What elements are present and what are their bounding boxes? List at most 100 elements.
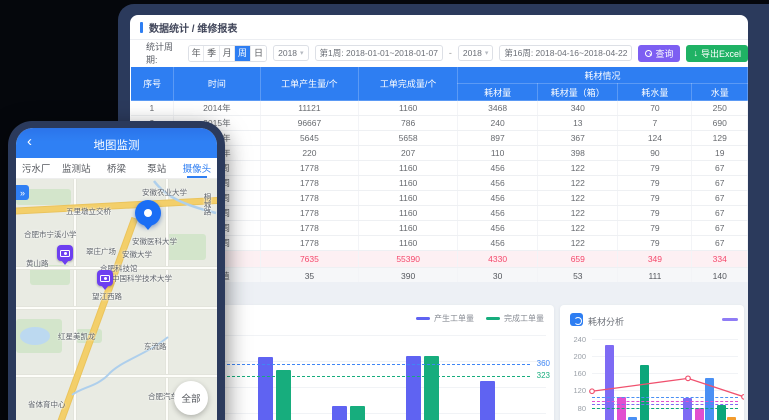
cell: 67	[692, 206, 748, 221]
cell: 340	[538, 101, 618, 116]
sub-col-header-3: 水量	[692, 84, 748, 101]
cell: 79	[618, 176, 692, 191]
cell: 79	[618, 191, 692, 206]
cell: 19	[692, 146, 748, 161]
segment-option-2[interactable]: 月	[220, 46, 235, 61]
cell: 1160	[359, 191, 458, 206]
trend-line	[560, 305, 744, 420]
breadcrumb-bar: 数据统计 / 维修报表	[130, 15, 748, 40]
cell: 11121	[260, 101, 359, 116]
segment-option-3[interactable]: 周	[235, 46, 250, 61]
bar-产生工单量-1	[332, 406, 347, 420]
phone-tab-bar: 污水厂监测站桥梁泵站摄像头	[16, 158, 217, 179]
phone-screen: ‹ 地图监测 污水厂监测站桥梁泵站摄像头	[16, 128, 217, 420]
map-label: 五里墩立交桥	[66, 206, 111, 217]
map-label: 黄山路	[26, 258, 49, 269]
segment-option-1[interactable]: 季	[204, 46, 219, 61]
show-all-button[interactable]: 全部	[174, 381, 208, 415]
cell: 122	[538, 161, 618, 176]
selected-camera-marker[interactable]	[135, 200, 161, 226]
cell: 240	[458, 116, 538, 131]
cell: 1160	[359, 161, 458, 176]
cell: 122	[538, 206, 618, 221]
cell: 5658	[359, 131, 458, 146]
col-header-completed: 工单完成量/个	[359, 67, 458, 101]
back-icon[interactable]: ‹	[27, 134, 32, 149]
camera-marker[interactable]	[57, 245, 73, 261]
bar-产生工单量-2	[406, 356, 421, 420]
cell: 1160	[359, 221, 458, 236]
map-label: 翠庄广场	[86, 246, 116, 257]
cell: 398	[538, 146, 618, 161]
export-excel-button[interactable]: ↓ 导出Excel	[686, 45, 748, 62]
map-expander[interactable]: »	[16, 185, 29, 200]
map-view[interactable]: » 全部 安徽农业大学五里墩立交桥桐城路合肥市宁溪小学安徽医科大学翠庄广场安徽大…	[16, 179, 217, 420]
col-group-consumables: 耗材情况	[458, 67, 748, 84]
ref-line-label: 323	[537, 371, 550, 380]
phone-tab-3[interactable]: 泵站	[137, 158, 177, 178]
cell: 1778	[260, 176, 359, 191]
cell: 79	[618, 161, 692, 176]
cell: 90	[618, 146, 692, 161]
breadcrumb: 数据统计 / 维修报表	[149, 20, 237, 35]
phone-tab-2[interactable]: 桥梁	[96, 158, 136, 178]
camera-marker[interactable]	[97, 270, 113, 286]
phone-device-frame: ‹ 地图监测 污水厂监测站桥梁泵站摄像头	[8, 121, 225, 420]
phone-tab-0[interactable]: 污水厂	[16, 158, 56, 178]
map-label: 安徽大学	[122, 249, 152, 260]
cell: 122	[538, 191, 618, 206]
cell: 124	[618, 131, 692, 146]
cell: 4330	[458, 251, 538, 268]
phone-header: ‹ 地图监测	[16, 128, 217, 158]
dropdown-icon: ▾	[300, 49, 304, 57]
cell: 456	[458, 221, 538, 236]
cell: 1160	[359, 236, 458, 251]
map-label: 望江西路	[92, 291, 122, 302]
consumable-chart-card: 耗材分析 2402001601208040	[560, 305, 744, 420]
breadcrumb-accent	[140, 22, 143, 33]
segment-option-4[interactable]: 日	[251, 46, 266, 61]
cell: 456	[458, 161, 538, 176]
cell: 220	[260, 146, 359, 161]
cell: 67	[692, 161, 748, 176]
cell: 456	[458, 206, 538, 221]
year-to-select[interactable]: 2018 ▾	[458, 45, 493, 61]
phone-tab-4[interactable]: 摄像头	[177, 158, 217, 178]
cell: 122	[538, 221, 618, 236]
cell: 96667	[260, 116, 359, 131]
cell: 67	[692, 191, 748, 206]
legend-item: 产生工单量	[416, 313, 474, 324]
bar-完成工单量-1	[350, 406, 365, 420]
cell: 13	[538, 116, 618, 131]
stage: 数据统计 / 维修报表 统计周期: 年季月周日 2018 ▾ 第1周: 2018…	[0, 0, 769, 420]
week-to-input[interactable]: 第16周: 2018-04-16~2018-04-22	[499, 45, 632, 61]
cell: 250	[692, 101, 748, 116]
search-button[interactable]: 查询	[638, 45, 680, 62]
cell: 1778	[260, 236, 359, 251]
cell: 7635	[260, 251, 359, 268]
bar-产生工单量-3	[480, 381, 495, 420]
cell: 897	[458, 131, 538, 146]
cell: 2014年	[174, 101, 260, 116]
cell: 456	[458, 191, 538, 206]
cell: 1	[131, 101, 174, 116]
cell: 1160	[359, 101, 458, 116]
week-from-input[interactable]: 第1周: 2018-01-01~2018-01-07	[315, 45, 443, 61]
map-label: 省体育中心	[28, 399, 66, 410]
year-from-select[interactable]: 2018 ▾	[273, 45, 308, 61]
cell: 67	[692, 221, 748, 236]
cell: 110	[458, 146, 538, 161]
cell: 1778	[260, 221, 359, 236]
bar-产生工单量-0	[258, 357, 273, 420]
cell: 1778	[260, 206, 359, 221]
segment-option-0[interactable]: 年	[189, 46, 204, 61]
phone-tab-1[interactable]: 监测站	[56, 158, 96, 178]
cell: 55390	[359, 251, 458, 268]
period-segment-control: 年季月周日	[188, 45, 267, 62]
cell: 367	[538, 131, 618, 146]
col-header-created: 工单产生量/个	[260, 67, 359, 101]
cell: 1778	[260, 191, 359, 206]
cell: 7	[618, 116, 692, 131]
cell: 122	[538, 176, 618, 191]
col-header-time: 时间	[174, 67, 260, 101]
